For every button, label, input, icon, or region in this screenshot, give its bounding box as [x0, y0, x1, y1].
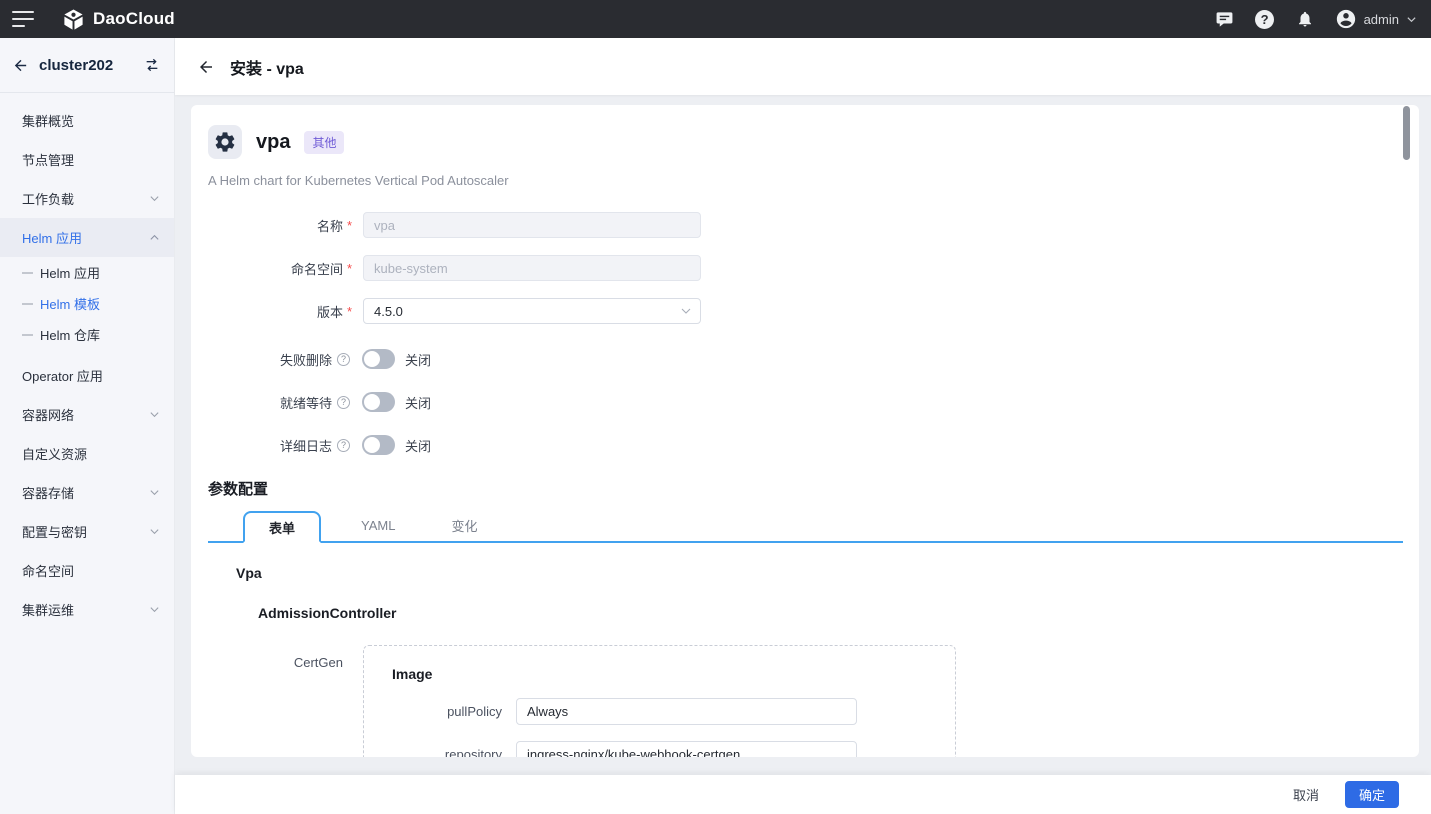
params-tabbar: 表单 YAML 变化	[208, 509, 1403, 543]
sidebar-subitem-helm-repos[interactable]: Helm 仓库	[0, 319, 174, 350]
footer-actions: 取消 确定	[175, 775, 1431, 814]
verbose-log-toggle[interactable]	[362, 435, 395, 455]
toggle-state: 关闭	[405, 352, 432, 368]
menu-toggle-icon[interactable]	[12, 11, 34, 27]
ready-wait-label: 就绪等待	[279, 395, 332, 411]
page-title: 安装 - vpa	[230, 60, 304, 78]
toggle-state: 关闭	[405, 438, 432, 454]
category-badge: 其他	[304, 130, 345, 154]
help-tooltip-icon[interactable]: ?	[337, 352, 350, 366]
avatar	[1336, 9, 1355, 29]
chevron-down-icon	[149, 487, 160, 498]
back-icon[interactable]	[197, 58, 215, 76]
chat-icon[interactable]	[1215, 9, 1235, 29]
app-description: A Helm chart for Kubernetes Vertical Pod…	[208, 173, 509, 188]
help-tooltip-icon[interactable]: ?	[337, 395, 350, 409]
required-asterisk: *	[347, 217, 353, 233]
certgen-panel: Image pullPolicy repository	[363, 645, 956, 757]
cluster-name: cluster202	[39, 56, 114, 74]
sidebar-item-namespaces[interactable]: 命名空间	[0, 551, 174, 590]
chevron-down-icon	[149, 409, 160, 420]
namespace-input[interactable]	[363, 255, 701, 281]
sidebar-nav: 集群概览 节点管理 工作负载 Helm 应用 Helm 应用 Helm 模板 H…	[0, 93, 174, 629]
page-header: 安装 - vpa	[175, 38, 1431, 95]
pullpolicy-label: pullPolicy	[447, 704, 502, 719]
username: admin	[1363, 11, 1399, 27]
panel-title: Image	[392, 666, 433, 682]
params-section-title: 参数配置	[208, 481, 269, 498]
toggle-state: 关闭	[405, 395, 432, 411]
chevron-down-icon	[1407, 16, 1416, 22]
verbose-log-label: 详细日志	[279, 438, 332, 454]
tab-diff[interactable]: 变化	[423, 509, 505, 541]
daocloud-logo[interactable]: DaoCloud	[62, 8, 175, 31]
required-asterisk: *	[347, 303, 353, 319]
sidebar-subitem-helm-apps[interactable]: Helm 应用	[0, 257, 174, 288]
sidebar-item-config-secrets[interactable]: 配置与密钥	[0, 512, 174, 551]
help-icon[interactable]: ?	[1255, 9, 1275, 29]
sidebar-item-operator-apps[interactable]: Operator 应用	[0, 356, 174, 395]
chevron-down-icon	[149, 604, 160, 615]
help-tooltip-icon[interactable]: ?	[337, 438, 350, 452]
name-input[interactable]	[363, 212, 701, 238]
sidebar-item-custom-resources[interactable]: 自定义资源	[0, 434, 174, 473]
failed-delete-toggle[interactable]	[362, 349, 395, 369]
repository-input[interactable]	[516, 741, 857, 757]
sidebar-item-container-storage[interactable]: 容器存储	[0, 473, 174, 512]
user-menu[interactable]: admin	[1335, 8, 1417, 30]
brand-name: DaoCloud	[93, 9, 175, 28]
chevron-down-icon	[149, 526, 160, 537]
sidebar-item-workloads[interactable]: 工作负载	[0, 179, 174, 218]
tree-root-title: Vpa	[236, 565, 262, 581]
tab-yaml[interactable]: YAML	[333, 509, 423, 541]
app-gear-icon	[208, 125, 242, 159]
chevron-down-icon	[149, 193, 160, 204]
daocloud-cube-icon	[64, 8, 83, 30]
version-select[interactable]: 4.5.0	[363, 298, 701, 324]
name-label: 名称	[316, 218, 343, 234]
repository-label: repository	[444, 747, 502, 757]
chevron-up-icon	[149, 232, 160, 243]
tree-group-title: AdmissionController	[258, 605, 397, 621]
topbar: DaoCloud ? admin	[0, 0, 1431, 38]
pullpolicy-input[interactable]	[516, 698, 857, 725]
sidebar-item-cluster-overview[interactable]: 集群概览	[0, 101, 174, 140]
cancel-button[interactable]: 取消	[1293, 785, 1319, 804]
sidebar-item-cluster-ops[interactable]: 集群运维	[0, 590, 174, 629]
sidebar: cluster202 集群概览 节点管理 工作负载 Helm 应用 Helm 应…	[0, 38, 175, 814]
notifications-bell-icon[interactable]	[1295, 9, 1315, 29]
ready-wait-toggle[interactable]	[362, 392, 395, 412]
failed-delete-label: 失败删除	[279, 352, 332, 368]
cluster-back-icon[interactable]	[12, 57, 29, 74]
content-area: vpa 其他 A Helm chart for Kubernetes Verti…	[175, 95, 1431, 775]
version-label: 版本	[316, 304, 343, 320]
tab-form[interactable]: 表单	[243, 511, 322, 543]
namespace-label: 命名空间	[290, 261, 343, 277]
required-asterisk: *	[347, 260, 353, 276]
sidebar-item-container-network[interactable]: 容器网络	[0, 395, 174, 434]
sidebar-item-helm-apps[interactable]: Helm 应用	[0, 218, 174, 257]
install-card: vpa 其他 A Helm chart for Kubernetes Verti…	[191, 105, 1419, 757]
scrollbar-thumb[interactable]	[1403, 106, 1410, 160]
tree-subgroup-label: CertGen	[293, 655, 343, 670]
app-name: vpa	[256, 130, 291, 153]
chevron-down-icon	[681, 308, 691, 314]
switch-cluster-icon[interactable]	[144, 57, 160, 73]
sidebar-item-node-management[interactable]: 节点管理	[0, 140, 174, 179]
sidebar-subitem-helm-templates[interactable]: Helm 模板	[0, 288, 174, 319]
confirm-button[interactable]: 确定	[1344, 781, 1399, 808]
